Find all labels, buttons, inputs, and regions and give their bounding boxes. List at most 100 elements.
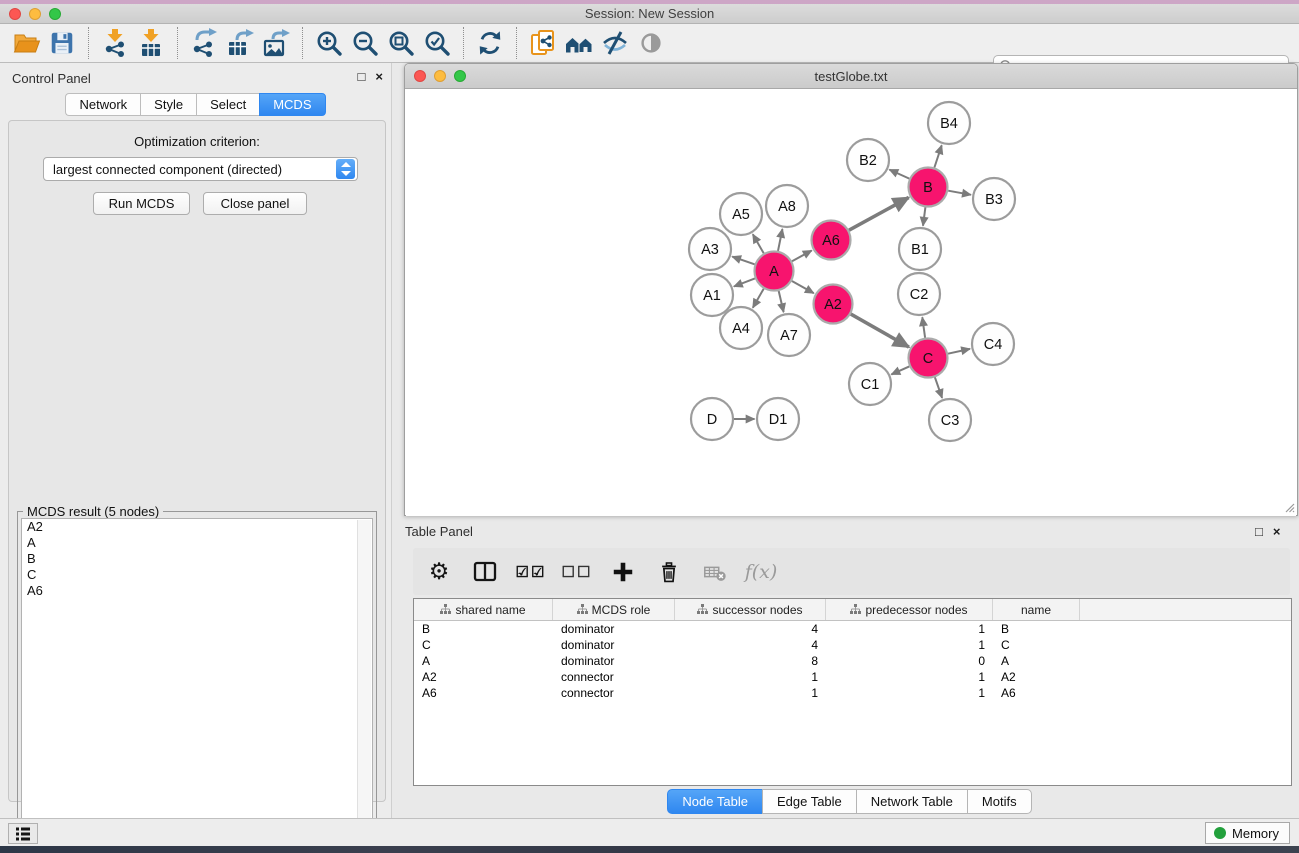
duplicate-network-icon[interactable]	[525, 26, 561, 60]
add-column-icon[interactable]	[607, 556, 639, 588]
zoom-fit-icon[interactable]	[383, 26, 419, 60]
minimize-window-icon[interactable]	[29, 8, 41, 20]
cell[interactable]: 1	[826, 637, 993, 653]
graph-node-C3[interactable]: C3	[929, 399, 971, 441]
cell[interactable]: 1	[826, 685, 993, 701]
graph-node-B3[interactable]: B3	[973, 178, 1015, 220]
tab-node-table[interactable]: Node Table	[667, 789, 762, 814]
cell[interactable]: A6	[993, 685, 1080, 701]
column-header-predecessor-nodes[interactable]: predecessor nodes	[826, 599, 993, 620]
tab-edge-table[interactable]: Edge Table	[762, 789, 856, 814]
graph-node-B[interactable]: B	[909, 168, 948, 207]
export-image-icon[interactable]	[258, 26, 294, 60]
cell[interactable]: C	[993, 637, 1080, 653]
resize-grip-icon[interactable]	[1283, 501, 1295, 513]
cell[interactable]: A	[993, 653, 1080, 669]
network-zoom-icon[interactable]	[454, 70, 466, 82]
network-graph[interactable]: AA1A2A3A4A5A6A7A8BB1B2B3B4CC1C2C3C4DD1	[406, 90, 1296, 516]
cell[interactable]: dominator	[553, 653, 675, 669]
graph-edge-C-C3[interactable]	[935, 377, 942, 398]
result-item-A2[interactable]: A2	[22, 519, 372, 535]
column-header-shared-name[interactable]: shared name	[414, 599, 553, 620]
graph-node-A8[interactable]: A8	[766, 185, 808, 227]
graph-node-C1[interactable]: C1	[849, 363, 891, 405]
table-row-A6[interactable]: A6connector11A6	[414, 685, 1291, 701]
cell[interactable]: 4	[675, 621, 826, 637]
graph-edge-C-C4[interactable]	[948, 349, 970, 354]
tab-motifs[interactable]: Motifs	[967, 789, 1032, 814]
graph-node-A2[interactable]: A2	[814, 285, 853, 324]
import-network-icon[interactable]	[97, 26, 133, 60]
column-header-MCDS-role[interactable]: MCDS role	[553, 599, 675, 620]
close-window-icon[interactable]	[9, 8, 21, 20]
table-row-B[interactable]: Bdominator41B	[414, 621, 1291, 637]
network-canvas[interactable]: AA1A2A3A4A5A6A7A8BB1B2B3B4CC1C2C3C4DD1	[406, 90, 1296, 516]
tab-mcds[interactable]: MCDS	[259, 93, 325, 116]
cell[interactable]: 4	[675, 637, 826, 653]
cell[interactable]: dominator	[553, 637, 675, 653]
network-minimize-icon[interactable]	[434, 70, 446, 82]
tab-style[interactable]: Style	[140, 93, 196, 116]
memory-button[interactable]: Memory	[1205, 822, 1290, 844]
cell[interactable]: 1	[675, 685, 826, 701]
zoom-window-icon[interactable]	[49, 8, 61, 20]
graph-node-B1[interactable]: B1	[899, 228, 941, 270]
node-table[interactable]: shared nameMCDS rolesuccessor nodesprede…	[413, 598, 1292, 786]
open-session-icon[interactable]	[8, 26, 44, 60]
graph-edge-A-A8[interactable]	[778, 229, 782, 251]
import-table-icon[interactable]	[133, 26, 169, 60]
tab-network-table[interactable]: Network Table	[856, 789, 967, 814]
graph-node-A1[interactable]: A1	[691, 274, 733, 316]
cell[interactable]: connector	[553, 669, 675, 685]
show-all-icon[interactable]	[633, 26, 669, 60]
graph-node-A4[interactable]: A4	[720, 307, 762, 349]
export-network-icon[interactable]	[186, 26, 222, 60]
graph-node-B2[interactable]: B2	[847, 139, 889, 181]
home-icon[interactable]	[561, 26, 597, 60]
cell[interactable]: A6	[414, 685, 553, 701]
graph-edge-A-A7[interactable]	[779, 291, 784, 312]
result-item-A6[interactable]: A6	[22, 583, 372, 599]
run-mcds-button[interactable]: Run MCDS	[93, 192, 190, 215]
cell[interactable]: B	[414, 621, 553, 637]
deselect-all-icon[interactable]: ☐☐	[561, 556, 593, 588]
save-session-icon[interactable]	[44, 26, 80, 60]
close-panel-button[interactable]: Close panel	[203, 192, 307, 215]
close-table-panel-icon[interactable]: ×	[1273, 524, 1281, 539]
graph-node-A5[interactable]: A5	[720, 193, 762, 235]
export-table-icon[interactable]	[222, 26, 258, 60]
result-item-A[interactable]: A	[22, 535, 372, 551]
float-table-panel-icon[interactable]: □	[1255, 524, 1263, 539]
graph-edge-A-A5[interactable]	[753, 234, 764, 253]
tab-select[interactable]: Select	[196, 93, 259, 116]
graph-edge-C-C2[interactable]	[922, 317, 925, 337]
cell[interactable]: A	[414, 653, 553, 669]
cell[interactable]: 1	[826, 669, 993, 685]
cell[interactable]: A2	[993, 669, 1080, 685]
tab-network[interactable]: Network	[65, 93, 140, 116]
graph-node-A7[interactable]: A7	[768, 314, 810, 356]
graph-edge-B-B2[interactable]	[889, 170, 909, 179]
cell[interactable]: connector	[553, 685, 675, 701]
result-item-C[interactable]: C	[22, 567, 372, 583]
cell[interactable]: dominator	[553, 621, 675, 637]
cell[interactable]: 1	[826, 621, 993, 637]
graph-node-C2[interactable]: C2	[898, 273, 940, 315]
graph-node-A6[interactable]: A6	[812, 221, 851, 260]
delete-column-icon[interactable]	[653, 556, 685, 588]
cell[interactable]: 8	[675, 653, 826, 669]
criterion-select[interactable]: largest connected component (directed)	[43, 157, 358, 181]
zoom-in-icon[interactable]	[311, 26, 347, 60]
settings-gear-icon[interactable]: ⚙	[423, 556, 455, 588]
graph-node-B4[interactable]: B4	[928, 102, 970, 144]
graph-node-D[interactable]: D	[691, 398, 733, 440]
graph-node-A3[interactable]: A3	[689, 228, 731, 270]
network-close-icon[interactable]	[414, 70, 426, 82]
refresh-icon[interactable]	[472, 26, 508, 60]
graph-edge-A-A4[interactable]	[753, 289, 764, 308]
graph-edge-A-A6[interactable]	[792, 251, 812, 262]
graph-edge-B-B1[interactable]	[923, 207, 925, 225]
column-header-successor-nodes[interactable]: successor nodes	[675, 599, 826, 620]
cell[interactable]: B	[993, 621, 1080, 637]
graph-edge-A-A1[interactable]	[734, 278, 755, 286]
